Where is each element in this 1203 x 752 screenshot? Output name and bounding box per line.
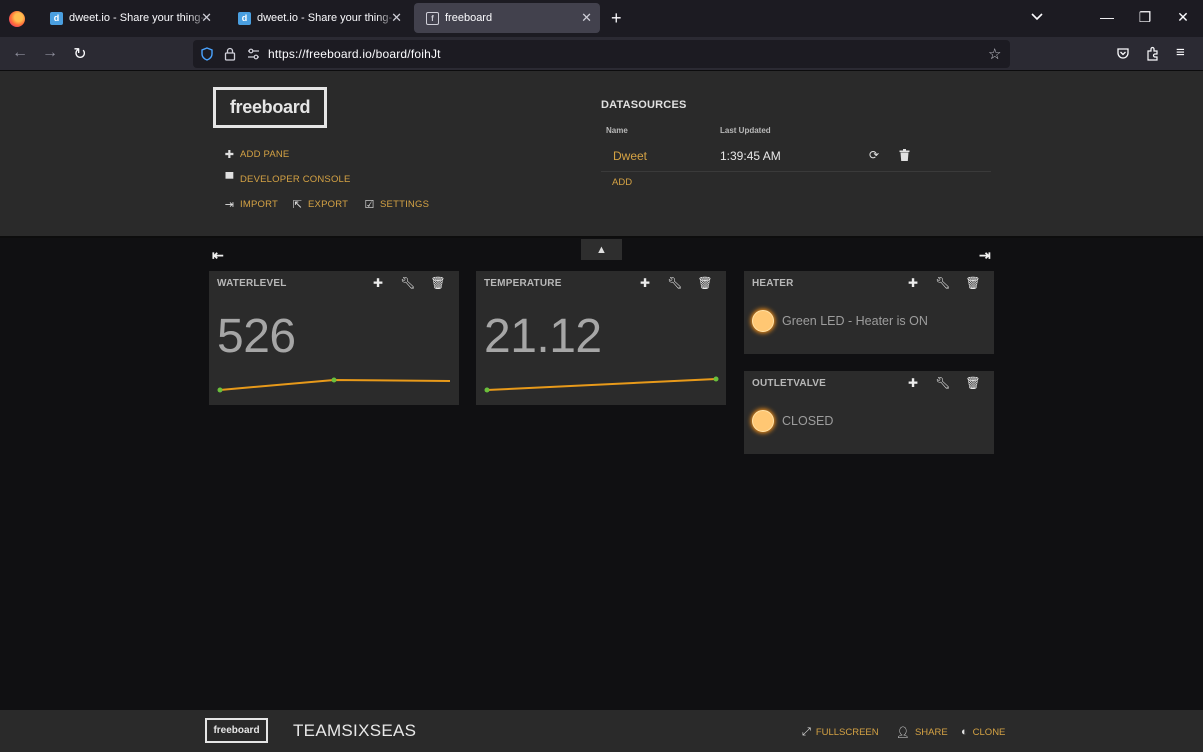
import-button[interactable]: ⇥ IMPORT — [224, 198, 278, 211]
refresh-icon[interactable]: ⟳ — [869, 148, 879, 162]
divider — [601, 171, 991, 172]
expand-icon: ⤢ — [802, 726, 811, 738]
freeboard-admin-bar: freeboard ✚ ADD PANE ▀ DEVELOPER CONSOLE ⇥… — [0, 71, 1203, 238]
plus-icon: ✚ — [224, 149, 235, 161]
indicator-light — [752, 410, 774, 432]
pane-waterlevel: WATERLEVEL ✚ 🔧︎ 🗑︎ 526 — [209, 271, 459, 405]
indicator-light — [752, 310, 774, 332]
wrench-icon[interactable]: 🔧︎ — [660, 276, 690, 290]
close-tab-icon[interactable]: ✕ — [201, 10, 212, 26]
browser-tab-bar: d dweet.io - Share your thing- like ✕ d … — [0, 0, 1203, 37]
tab-title: dweet.io - Share your thing- like — [257, 12, 397, 24]
pane-title: WATERLEVEL — [217, 278, 287, 289]
chevron-up-icon: ▲ — [596, 243, 607, 256]
new-tab-button[interactable]: + — [611, 8, 622, 29]
close-window-button[interactable]: ✕ — [1173, 9, 1193, 26]
collapse-header-button[interactable]: ▲ — [581, 239, 622, 260]
restore-button[interactable]: ❐ — [1135, 9, 1155, 26]
sparkline-point — [331, 377, 337, 383]
column-header-name: Name — [606, 126, 628, 135]
permissions-icon[interactable] — [247, 48, 260, 60]
column-header-last-updated: Last Updated — [720, 126, 771, 135]
wrench-icon[interactable]: 🔧︎ — [928, 276, 958, 290]
freeboard-logo: freeboard — [213, 87, 327, 128]
contrast-icon: ◐ — [961, 726, 968, 738]
sparkline-chart — [217, 377, 451, 393]
developer-console-button[interactable]: ▀ DEVELOPER CONSOLE — [224, 173, 351, 185]
trash-icon[interactable]: 🗑︎ — [958, 376, 988, 390]
pane-title: TEMPERATURE — [484, 278, 562, 289]
checkbox-edit-icon: ☑ — [364, 199, 375, 211]
export-button[interactable]: ⇱ EXPORT — [292, 198, 348, 211]
indicator-text: Green LED - Heater is ON — [782, 314, 928, 328]
url-text[interactable]: https://freeboard.io/board/foihJt — [268, 47, 441, 61]
indicator-text: CLOSED — [782, 414, 834, 428]
add-datasource-button[interactable]: ADD — [612, 177, 632, 188]
pane-temperature: TEMPERATURE ✚ 🔧︎ 🗑︎ 21.12 — [476, 271, 726, 405]
sparkline-point — [217, 387, 223, 393]
dweet-favicon-icon: d — [50, 11, 63, 25]
wrench-icon[interactable]: 🔧︎ — [928, 376, 958, 390]
browser-nav-bar: ← → ↻ https://freeboard.io/board/foihJt … — [0, 37, 1203, 71]
sparkline-point — [484, 387, 490, 393]
user-icon: 👤︎ — [896, 727, 910, 739]
pane-title: HEATER — [752, 278, 794, 289]
add-widget-icon[interactable]: ✚ — [630, 276, 660, 290]
fullscreen-button[interactable]: ⤢ FULLSCREEN — [802, 726, 879, 739]
import-icon: ⇥ — [224, 199, 235, 211]
url-bar[interactable]: https://freeboard.io/board/foihJt ☆ — [193, 40, 1010, 68]
board-title: TEAMSIXSEAS — [293, 721, 417, 740]
browser-tab[interactable]: d dweet.io - Share your thing- like ✕ — [38, 3, 220, 33]
export-icon: ⇱ — [292, 199, 303, 211]
trash-icon[interactable]: 🗑︎ — [423, 276, 453, 290]
trash-icon[interactable] — [899, 149, 910, 161]
tab-title: freeboard — [445, 12, 493, 24]
sparkline-point — [713, 376, 719, 382]
firefox-logo-icon[interactable] — [9, 11, 25, 27]
browser-tab[interactable]: d dweet.io - Share your thing- like ✕ — [226, 3, 410, 33]
add-widget-icon[interactable]: ✚ — [898, 276, 928, 290]
console-icon: ▀ — [225, 173, 234, 185]
extensions-icon[interactable] — [1146, 46, 1160, 61]
datasource-last-updated: 1:39:45 AM — [720, 149, 781, 163]
datasources-title: DATASOURCES — [601, 99, 687, 111]
freeboard-favicon-icon: f — [426, 11, 439, 25]
sparkline-chart — [484, 376, 719, 393]
widget-value: 526 — [217, 310, 296, 363]
close-tab-icon[interactable]: ✕ — [581, 10, 592, 26]
pane-title: OUTLETVALVE — [752, 378, 827, 389]
reload-icon[interactable]: ↻ — [70, 44, 90, 64]
widget-value: 21.12 — [484, 310, 602, 363]
shrink-columns-icon[interactable]: ⇤ — [212, 247, 224, 264]
pocket-icon[interactable] — [1116, 47, 1130, 61]
add-widget-icon[interactable]: ✚ — [898, 376, 928, 390]
trash-icon[interactable]: 🗑︎ — [690, 276, 720, 290]
shield-icon[interactable] — [201, 47, 213, 61]
lock-icon[interactable] — [224, 47, 236, 61]
close-tab-icon[interactable]: ✕ — [391, 10, 402, 26]
add-widget-icon[interactable]: ✚ — [363, 276, 393, 290]
expand-columns-icon[interactable]: ⇥ — [979, 247, 991, 264]
board-footer: freeboard TEAMSIXSEAS ⤢ FULLSCREEN 👤︎ SHAR… — [0, 710, 1203, 752]
list-all-tabs-icon[interactable] — [1030, 10, 1044, 24]
settings-button[interactable]: ☑ SETTINGS — [364, 198, 429, 211]
add-pane-button[interactable]: ✚ ADD PANE — [224, 148, 289, 161]
tab-title: dweet.io - Share your thing- like — [69, 12, 209, 24]
menu-hamburger-icon[interactable]: ≡ — [1176, 44, 1185, 61]
minimize-button[interactable]: — — [1097, 9, 1117, 25]
back-arrow-icon[interactable]: ← — [10, 44, 30, 62]
trash-icon[interactable]: 🗑︎ — [958, 276, 988, 290]
freeboard-footer-logo[interactable]: freeboard — [205, 718, 268, 743]
share-button[interactable]: 👤︎ SHARE — [896, 726, 948, 739]
pane-heater: HEATER ✚ 🔧︎ 🗑︎ Green LED - Heater is ON — [744, 271, 994, 354]
pane-outletvalve: OUTLETVALVE ✚ 🔧︎ 🗑︎ CLOSED — [744, 371, 994, 454]
forward-arrow-icon[interactable]: → — [40, 44, 60, 62]
clone-button[interactable]: ◐ CLONE — [961, 726, 1005, 738]
dweet-favicon-icon: d — [238, 11, 251, 25]
browser-tab-active[interactable]: f freeboard ✕ — [414, 3, 600, 33]
bookmark-star-icon[interactable]: ☆ — [988, 45, 1001, 63]
datasource-name-link[interactable]: Dweet — [613, 149, 647, 163]
wrench-icon[interactable]: 🔧︎ — [393, 276, 423, 290]
